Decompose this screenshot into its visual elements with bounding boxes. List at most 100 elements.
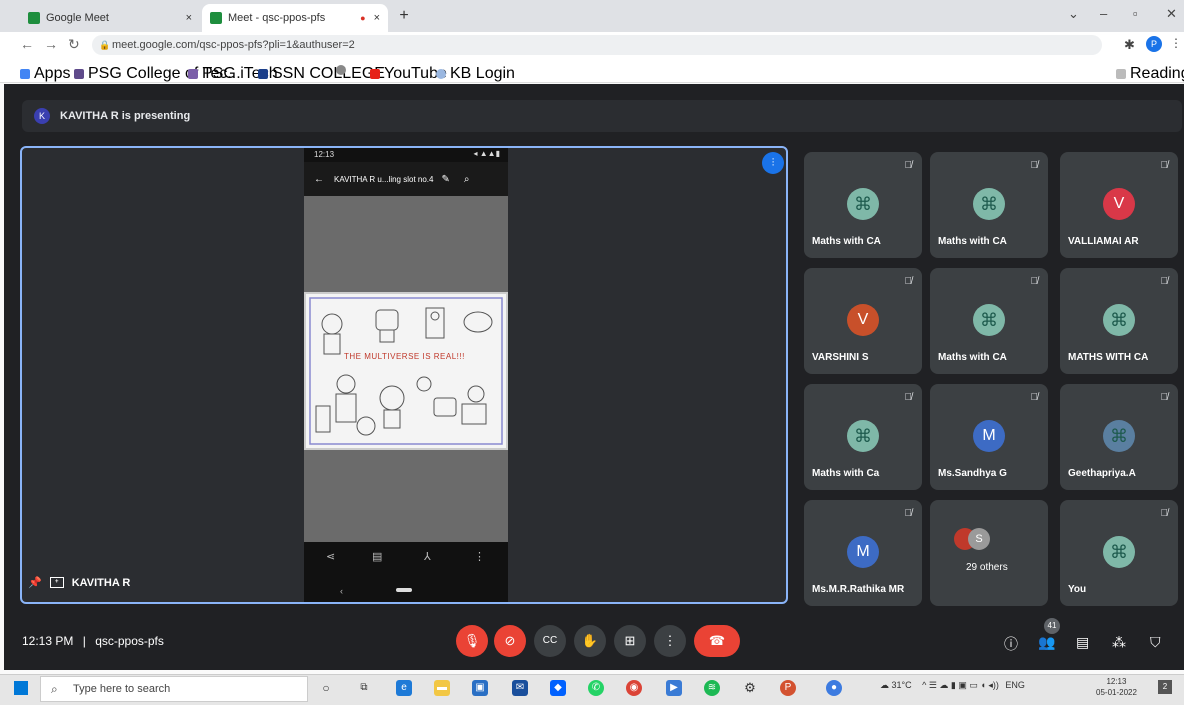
- new-tab-button[interactable]: +: [394, 6, 414, 26]
- leave-call-button[interactable]: ☎: [694, 625, 740, 657]
- address-bar[interactable]: 🔒 meet.google.com/qsc-ppos-pfs?pli=1&aut…: [92, 35, 1102, 55]
- presenter-avatar: K: [34, 108, 50, 124]
- pdf-icon: ⅄: [424, 551, 431, 563]
- meeting-time: 12:13 PM: [22, 634, 74, 648]
- clock[interactable]: 12:13 05-01-2022: [1096, 676, 1137, 698]
- participant-tile[interactable]: 🎙̸ ⌘ MATHS WITH CA: [1060, 268, 1178, 374]
- participant-name: Maths with CA: [812, 236, 881, 247]
- participant-tile[interactable]: 🎙̸ ⌘ You: [1060, 500, 1178, 606]
- participant-name: Ms.M.R.Rathika MR: [812, 584, 905, 595]
- reading-list[interactable]: Reading list: [1116, 65, 1184, 83]
- participant-tile[interactable]: 🎙̸ ⌘ Maths with CA: [930, 152, 1048, 258]
- task-view-icon[interactable]: ⧉: [356, 680, 372, 696]
- tab-close-icon[interactable]: ×: [374, 12, 380, 24]
- bookmark-globe-icon[interactable]: [336, 65, 350, 75]
- participant-tile[interactable]: S 29 others: [930, 500, 1048, 606]
- participant-tile[interactable]: 🎙̸ M Ms.M.R.Rathika MR: [804, 500, 922, 606]
- menu-kebab-icon[interactable]: ⋮: [1170, 36, 1182, 50]
- participant-avatar: ⌘: [847, 420, 879, 452]
- bookmark-ssn-college[interactable]: SSN COLLEGE: [258, 65, 385, 83]
- meeting-info: 12:13 PM | qsc-ppos-pfs: [22, 634, 164, 648]
- participant-tile[interactable]: 🎙̸ ⌘ Maths with CA: [804, 152, 922, 258]
- store-icon[interactable]: ▣: [472, 680, 488, 696]
- meeting-details-icon[interactable]: ⓘ: [1004, 634, 1018, 654]
- taskbar-search-input[interactable]: ⌕ Type here to search: [40, 676, 308, 702]
- participant-tile[interactable]: 🎙̸ V VALLIAMAI AR: [1060, 152, 1178, 258]
- activities-icon[interactable]: ⁂: [1112, 634, 1126, 651]
- participant-tile[interactable]: 🎙̸ ⌘ Geethapriya.A: [1060, 384, 1178, 490]
- participant-tile[interactable]: 🎙̸ M Ms.Sandhya G: [930, 384, 1048, 490]
- more-options-button[interactable]: ⋮: [654, 625, 686, 657]
- notification-center-icon[interactable]: 2: [1158, 680, 1172, 694]
- weather-icon[interactable]: ☁: [880, 680, 889, 690]
- tray-icons[interactable]: ^ ☰ ☁ ▮ ▣ ▭ ◖ ◂)): [922, 680, 999, 690]
- presentation-view[interactable]: 12:13 ◂ ▲▲▮ ← KAVITHA R u...ling slot no…: [20, 146, 788, 604]
- mail-icon[interactable]: ✉: [512, 680, 528, 696]
- meet-favicon-icon: [210, 12, 222, 24]
- participant-name: You: [1068, 584, 1087, 595]
- tab-google-meet[interactable]: Google Meet ×: [20, 4, 200, 32]
- participant-tile[interactable]: 🎙̸ ⌘ Maths with CA: [930, 268, 1048, 374]
- bookmark-apps[interactable]: Apps: [20, 65, 70, 83]
- tab-close-icon[interactable]: ×: [186, 12, 192, 24]
- recording-dot-icon: ●: [360, 13, 366, 23]
- mic-muted-icon: 🎙̸: [1030, 392, 1039, 403]
- powerpoint-icon[interactable]: P: [780, 680, 796, 696]
- settings-gear-icon[interactable]: ⚙: [742, 680, 758, 696]
- present-now-button[interactable]: ⊞: [614, 625, 646, 657]
- tab-search-icon[interactable]: ⌄: [1068, 6, 1079, 22]
- participant-avatar: ⌘: [973, 188, 1005, 220]
- mic-off-button[interactable]: 🎙: [456, 625, 488, 657]
- participant-avatar: ⌘: [1103, 420, 1135, 452]
- profile-avatar[interactable]: P: [1146, 36, 1162, 52]
- participant-tile[interactable]: 🎙̸ V VARSHINI S: [804, 268, 922, 374]
- participant-name: VARSHINI S: [812, 352, 869, 363]
- people-icon[interactable]: 👥: [1038, 634, 1055, 651]
- share-icon: ⋖: [326, 551, 336, 563]
- pin-icon[interactable]: 📌: [28, 576, 42, 589]
- spotify-icon[interactable]: ≋: [704, 680, 720, 696]
- mic-muted-icon: 🎙̸: [904, 276, 913, 287]
- phone-doc-title: KAVITHA R u...ling slot no.4: [334, 174, 434, 184]
- camera-off-button[interactable]: ⊘: [494, 625, 526, 657]
- audio-level-icon: ⫶: [762, 152, 784, 174]
- participant-tile[interactable]: 🎙̸ ⌘ Maths with Ca: [804, 384, 922, 490]
- tab-meet-active[interactable]: Meet - qsc-ppos-pfs ● ×: [202, 4, 388, 32]
- participant-name: MATHS WITH CA: [1068, 352, 1149, 363]
- close-window-button[interactable]: ✕: [1166, 6, 1177, 22]
- file-explorer-icon[interactable]: ▬: [434, 680, 450, 696]
- host-controls-icon[interactable]: ⛉: [1150, 634, 1161, 651]
- raise-hand-button[interactable]: ✋: [574, 625, 606, 657]
- avatar-logo-icon: ⌘: [980, 194, 998, 214]
- tab-label: Google Meet: [46, 12, 109, 24]
- forward-icon[interactable]: →: [44, 36, 58, 52]
- shared-phone-screen: 12:13 ◂ ▲▲▮ ← KAVITHA R u...ling slot no…: [304, 148, 508, 602]
- phone-background: [304, 196, 508, 292]
- cortana-icon[interactable]: ○: [318, 680, 334, 696]
- people-count-badge: 41: [1044, 618, 1060, 634]
- back-arrow-icon: ←: [314, 173, 324, 185]
- bookmark-kb-login[interactable]: KB Login: [436, 65, 515, 83]
- mic-muted-icon: 🎙̸: [1160, 392, 1169, 403]
- back-icon[interactable]: ←: [20, 36, 34, 52]
- meet-favicon-icon: [28, 12, 40, 24]
- maximize-button[interactable]: ▫: [1133, 6, 1138, 21]
- extensions-icon[interactable]: ✱: [1124, 37, 1135, 53]
- participant-avatar: ⌘: [973, 304, 1005, 336]
- minimize-button[interactable]: –: [1100, 6, 1107, 21]
- whatsapp-icon[interactable]: ✆: [588, 680, 604, 696]
- avatar-logo-icon: ⌘: [1110, 542, 1128, 562]
- captions-button[interactable]: CC: [534, 625, 566, 657]
- presenter-label: 📌 + KAVITHA R: [28, 576, 130, 590]
- app-icon-2[interactable]: ●: [826, 680, 842, 696]
- language-indicator[interactable]: ENG: [1005, 680, 1025, 690]
- chat-icon[interactable]: ▤: [1076, 634, 1089, 651]
- app-icon[interactable]: ▶: [666, 680, 682, 696]
- reload-icon[interactable]: ↻: [68, 36, 80, 53]
- mic-muted-icon: 🎙̸: [904, 508, 913, 519]
- edge-icon[interactable]: e: [396, 680, 412, 696]
- dropbox-icon[interactable]: ◆: [550, 680, 566, 696]
- chrome-icon[interactable]: ◉: [626, 680, 642, 696]
- phone-back-icon: ‹: [340, 586, 343, 596]
- windows-start-icon[interactable]: [14, 681, 28, 695]
